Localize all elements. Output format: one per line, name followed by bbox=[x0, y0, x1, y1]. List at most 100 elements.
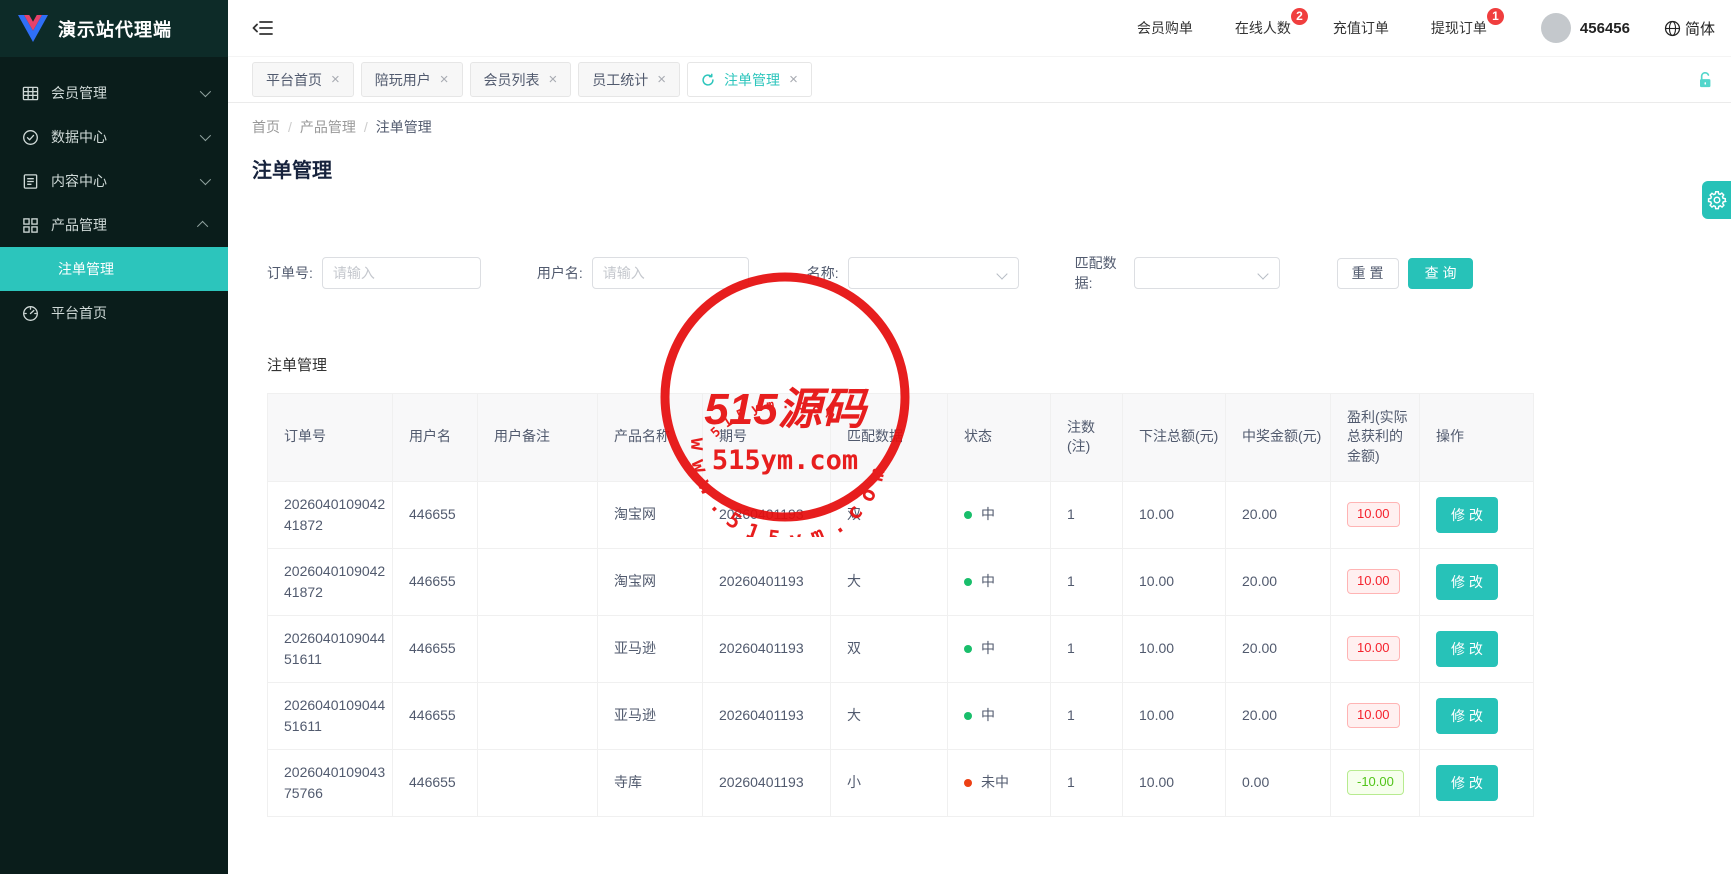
match-data-select[interactable] bbox=[1134, 257, 1280, 289]
column-header: 状态 bbox=[948, 393, 1051, 481]
language-switch[interactable]: 简体 bbox=[1664, 18, 1715, 39]
modify-button[interactable]: 修 改 bbox=[1436, 631, 1498, 667]
sidebar-item-members[interactable]: 会员管理 bbox=[0, 71, 228, 115]
cell-action: 修 改 bbox=[1420, 749, 1534, 816]
cell-username: 446655 bbox=[393, 749, 478, 816]
cell-action: 修 改 bbox=[1420, 682, 1534, 749]
column-header: 产品名称 bbox=[598, 393, 703, 481]
topbar-link-member-orders[interactable]: 会员购单 bbox=[1137, 18, 1193, 38]
column-header: 中奖金额(元) bbox=[1226, 393, 1331, 481]
orders-table: 订单号用户名用户备注产品名称期号匹配数据状态注数(注)下注总额(元)中奖金额(元… bbox=[267, 393, 1534, 817]
cell-profit: 10.00 bbox=[1331, 548, 1420, 615]
globe-icon bbox=[1664, 20, 1681, 37]
column-header: 匹配数据 bbox=[831, 393, 948, 481]
modify-button[interactable]: 修 改 bbox=[1436, 765, 1498, 801]
cell-bets: 1 bbox=[1051, 481, 1123, 548]
filter-bar: 订单号: 用户名: 名称: 匹配数据: 重 置 查 询 bbox=[267, 253, 1731, 294]
tab-label: 陪玩用户 bbox=[375, 70, 431, 90]
username-input[interactable] bbox=[592, 257, 749, 289]
cell-remark bbox=[478, 548, 598, 615]
topbar-link-recharge-orders[interactable]: 充值订单 bbox=[1333, 18, 1389, 38]
username: 456456 bbox=[1580, 20, 1630, 37]
chevron-down-icon bbox=[200, 130, 211, 141]
breadcrumb-item[interactable]: 注单管理 bbox=[376, 119, 432, 135]
tabbar: 平台首页×陪玩用户×会员列表×员工统计×注单管理× bbox=[228, 57, 1731, 103]
logo-bar: 演示站代理端 bbox=[0, 0, 228, 57]
cell-period: 20260401193 bbox=[703, 548, 831, 615]
sidebar-item-product-manage[interactable]: 产品管理 bbox=[0, 203, 228, 247]
sidebar-item-label: 产品管理 bbox=[51, 215, 107, 235]
tab-play-users[interactable]: 陪玩用户 × bbox=[361, 62, 463, 97]
breadcrumb-item[interactable]: 产品管理 bbox=[300, 119, 356, 135]
column-header: 用户名 bbox=[393, 393, 478, 481]
cell-product: 亚马逊 bbox=[598, 615, 703, 682]
cell-username: 446655 bbox=[393, 615, 478, 682]
content: 首页/产品管理/注单管理 注单管理 订单号: 用户名: 名称: 匹配数据: 重 … bbox=[228, 103, 1731, 874]
tab-staff-stats[interactable]: 员工统计 × bbox=[578, 62, 680, 97]
column-header: 盈利(实际总获利的金额) bbox=[1331, 393, 1420, 481]
chevron-down-icon bbox=[200, 86, 211, 97]
column-header: 用户备注 bbox=[478, 393, 598, 481]
topbar-link-label: 在线人数 bbox=[1235, 20, 1291, 36]
sidebar-item-label: 平台首页 bbox=[51, 303, 107, 323]
cell-match: 小 bbox=[831, 749, 948, 816]
reset-button[interactable]: 重 置 bbox=[1337, 258, 1399, 289]
status-dot-icon bbox=[964, 712, 972, 720]
cell-win-amount: 0.00 bbox=[1226, 749, 1331, 816]
tab-platform-home[interactable]: 平台首页× bbox=[252, 62, 354, 97]
cell-status: 未中 bbox=[948, 749, 1051, 816]
close-icon[interactable]: × bbox=[331, 72, 340, 87]
platform-dashboard-icon bbox=[22, 305, 39, 322]
close-icon[interactable]: × bbox=[789, 72, 798, 87]
query-button[interactable]: 查 询 bbox=[1408, 258, 1474, 289]
breadcrumb-item[interactable]: 首页 bbox=[252, 119, 280, 135]
tab-member-list[interactable]: 会员列表× bbox=[470, 62, 572, 97]
tab-label: 员工统计 bbox=[592, 70, 648, 90]
status-text: 中 bbox=[981, 506, 995, 522]
cell-period: 20260401193 bbox=[703, 682, 831, 749]
user-menu[interactable]: 456456 bbox=[1541, 13, 1630, 43]
cell-win-amount: 20.00 bbox=[1226, 682, 1331, 749]
chevron-down-icon bbox=[200, 174, 211, 185]
topbar: 会员购单 在线人数2 充值订单 提现订单1 456456 简体 bbox=[228, 0, 1731, 57]
order-no-input[interactable] bbox=[322, 257, 481, 289]
sidebar-item-order-manage[interactable]: 注单管理 bbox=[0, 247, 228, 291]
modify-button[interactable]: 修 改 bbox=[1436, 564, 1498, 600]
cell-username: 446655 bbox=[393, 548, 478, 615]
profit-badge: 10.00 bbox=[1347, 502, 1400, 527]
sidebar-item-data-center[interactable]: 数据中心 bbox=[0, 115, 228, 159]
cell-remark bbox=[478, 682, 598, 749]
collapse-sidebar-icon[interactable] bbox=[252, 18, 274, 38]
breadcrumb: 首页/产品管理/注单管理 bbox=[252, 117, 1731, 137]
modify-button[interactable]: 修 改 bbox=[1436, 497, 1498, 533]
cell-status: 中 bbox=[948, 615, 1051, 682]
cell-period: 20260401193 bbox=[703, 615, 831, 682]
unlock-icon[interactable] bbox=[1695, 70, 1715, 90]
cell-bet-total: 10.00 bbox=[1123, 615, 1226, 682]
close-icon[interactable]: × bbox=[657, 72, 666, 87]
close-icon[interactable]: × bbox=[549, 72, 558, 87]
name-select[interactable] bbox=[848, 257, 1019, 289]
sidebar-item-label: 注单管理 bbox=[58, 259, 114, 279]
topbar-right: 会员购单 在线人数2 充值订单 提现订单1 456456 简体 bbox=[1137, 13, 1715, 43]
cell-profit: 10.00 bbox=[1331, 481, 1420, 548]
breadcrumb-separator: / bbox=[288, 119, 292, 135]
content-doc-icon bbox=[22, 173, 39, 190]
sidebar-item-content-center[interactable]: 内容中心 bbox=[0, 159, 228, 203]
topbar-link-withdraw-orders[interactable]: 提现订单1 bbox=[1431, 18, 1487, 38]
topbar-link-online-users[interactable]: 在线人数2 bbox=[1235, 18, 1291, 38]
topbar-link-label: 充值订单 bbox=[1333, 20, 1389, 36]
cell-win-amount: 20.00 bbox=[1226, 548, 1331, 615]
avatar[interactable] bbox=[1541, 13, 1571, 43]
sidebar-item-platform-home[interactable]: 平台首页 bbox=[0, 291, 228, 335]
chevron-down-icon bbox=[996, 269, 1007, 280]
chevron-down-icon bbox=[1257, 269, 1268, 280]
settings-gear-button[interactable] bbox=[1702, 181, 1731, 219]
close-icon[interactable]: × bbox=[440, 72, 449, 87]
topbar-link-label: 会员购单 bbox=[1137, 20, 1193, 36]
refresh-icon[interactable] bbox=[701, 73, 715, 87]
tab-order-manage[interactable]: 注单管理× bbox=[687, 62, 812, 97]
name-label: 名称: bbox=[807, 263, 839, 283]
modify-button[interactable]: 修 改 bbox=[1436, 698, 1498, 734]
table-row: 202604010904451611446655亚马逊20260401193双中… bbox=[268, 615, 1534, 682]
